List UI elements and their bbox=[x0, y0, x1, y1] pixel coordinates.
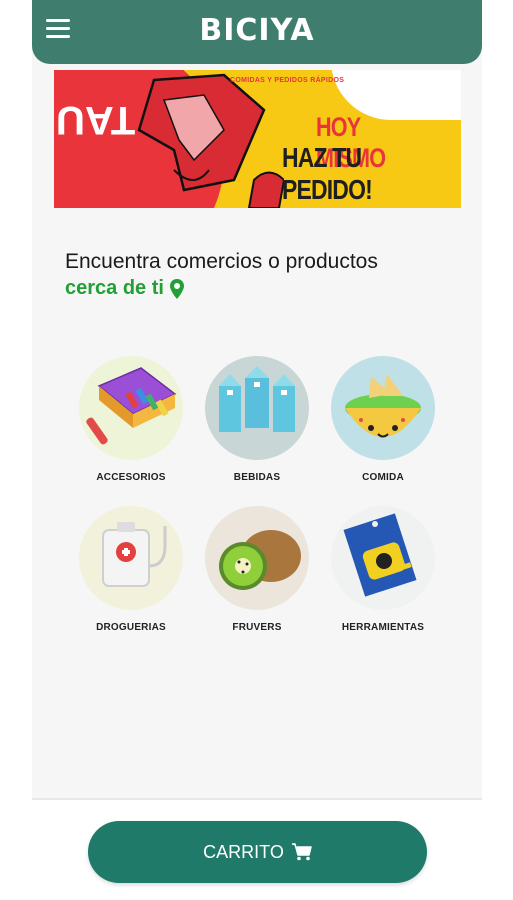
category-label: DROGUERIAS bbox=[96, 622, 166, 633]
category-bebidas[interactable]: BEBIDAS bbox=[202, 356, 312, 483]
category-label: HERRAMIENTAS bbox=[341, 622, 425, 633]
banner-line-2: HAZ TU PEDIDO! bbox=[282, 142, 373, 205]
app-header: BICIYA bbox=[32, 0, 482, 64]
accesorios-image bbox=[79, 356, 183, 460]
category-herramientas[interactable]: HERRAMIENTAS bbox=[328, 506, 438, 633]
category-label: FRUVERS bbox=[232, 622, 282, 633]
location-pin-icon bbox=[169, 278, 184, 299]
promo-banner[interactable]: VE TAU COMIDAS Y PEDIDOS RÁPIDOS HOY MIS… bbox=[54, 70, 461, 208]
fruvers-image bbox=[205, 506, 309, 610]
category-label: ACCESORIOS bbox=[96, 472, 166, 483]
category-droguerias[interactable]: DROGUERIAS bbox=[76, 506, 186, 633]
subheadline: cerca de ti bbox=[65, 277, 184, 300]
subheadline-text: cerca de ti bbox=[65, 277, 164, 299]
crushed-can-icon bbox=[137, 73, 284, 208]
cart-icon bbox=[291, 843, 312, 861]
bebidas-image bbox=[205, 356, 309, 460]
cart-button-label: CARRITO bbox=[203, 841, 284, 862]
herramientas-image bbox=[331, 506, 435, 610]
category-comida[interactable]: COMIDA bbox=[328, 356, 438, 483]
droguerias-image bbox=[79, 506, 183, 610]
category-label: COMIDA bbox=[362, 472, 404, 483]
banner-small-text: COMIDAS Y PEDIDOS RÁPIDOS bbox=[230, 77, 345, 84]
footer-divider bbox=[32, 798, 482, 800]
headline: Encuentra comercios o productos bbox=[65, 250, 378, 273]
cart-button[interactable]: CARRITO bbox=[88, 821, 427, 883]
category-label: BEBIDAS bbox=[233, 472, 281, 483]
comida-image bbox=[331, 356, 435, 460]
category-fruvers[interactable]: FRUVERS bbox=[202, 506, 312, 633]
category-accesorios[interactable]: ACCESORIOS bbox=[76, 356, 186, 483]
brand-title: BICIYA bbox=[199, 13, 315, 48]
